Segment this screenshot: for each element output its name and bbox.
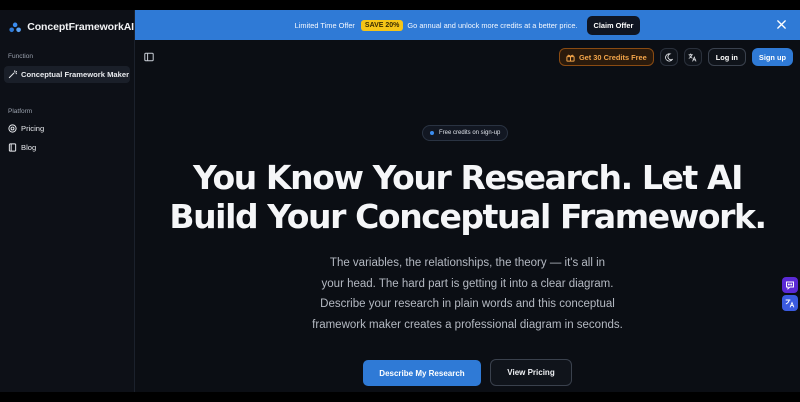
- translate-widget-button[interactable]: [782, 295, 798, 311]
- sidebar-item-label: Pricing: [21, 124, 45, 133]
- discount-badge: SAVE 20%: [360, 19, 404, 31]
- hero-title-line-1: You Know Your Research. Let AI: [193, 158, 743, 197]
- hero-description-line: framework maker creates a professional d…: [312, 319, 623, 332]
- status-dot-icon: [430, 131, 434, 135]
- section-label-function: Function: [8, 53, 33, 60]
- magic-wand-icon: [8, 70, 17, 79]
- assistant-widget-button[interactable]: [782, 277, 798, 293]
- sidebar-item-pricing[interactable]: Pricing: [4, 120, 130, 137]
- hero-description-line: The variables, the relationships, the th…: [329, 257, 606, 269]
- sidebar-toggle-icon[interactable]: [144, 52, 154, 62]
- top-bar-actions: Get 30 Credits Free Log in Sign up: [558, 48, 793, 66]
- free-credits-pill: Free credits on sign-up: [422, 125, 509, 141]
- sidebar-item-framework-maker[interactable]: Conceptual Framework Maker: [4, 66, 130, 83]
- translate-icon: [688, 52, 697, 62]
- get-credits-button[interactable]: Get 30 Credits Free: [558, 48, 654, 66]
- molecule-logo-icon: [9, 22, 21, 32]
- app-frame: ConceptFrameworkAI Function Conceptual F…: [0, 10, 800, 392]
- describe-research-button[interactable]: Describe My Research: [363, 360, 481, 386]
- sidebar: ConceptFrameworkAI Function Conceptual F…: [0, 10, 135, 392]
- view-pricing-button[interactable]: View Pricing: [490, 359, 572, 386]
- claim-offer-button[interactable]: Claim Offer: [586, 15, 641, 35]
- hero-description: The variables, the relationships, the th…: [135, 253, 800, 336]
- close-icon[interactable]: [776, 19, 787, 30]
- banner-offer-text: Limited Time Offer: [294, 20, 355, 30]
- sidebar-item-label: Conceptual Framework Maker: [21, 70, 130, 79]
- login-button[interactable]: Log in: [707, 48, 746, 66]
- chat-bot-icon: [786, 281, 794, 290]
- coin-icon: [8, 124, 17, 133]
- brand[interactable]: ConceptFrameworkAI: [0, 10, 134, 44]
- sidebar-item-blog[interactable]: Blog: [4, 139, 130, 156]
- hero-description-line: your head. The hard part is getting it i…: [321, 277, 614, 290]
- promo-banner: Limited Time Offer SAVE 20% Go annual an…: [135, 10, 800, 40]
- hero-description-line: Describe your research in plain words an…: [320, 298, 615, 311]
- sidebar-item-label: Blog: [21, 143, 37, 152]
- signup-button[interactable]: Sign up: [751, 48, 793, 66]
- moon-icon: [665, 52, 674, 61]
- brand-name: ConceptFrameworkAI: [27, 21, 134, 33]
- pill-label: Free credits on sign-up: [439, 130, 501, 136]
- theme-toggle-button[interactable]: [659, 48, 678, 66]
- book-icon: [8, 143, 17, 152]
- banner-description: Go annual and unlock more credits at a b…: [407, 20, 578, 30]
- language-button[interactable]: [683, 48, 702, 66]
- gift-icon: [566, 54, 575, 62]
- section-label-platform: Platform: [8, 108, 33, 115]
- credits-label: Get 30 Credits Free: [578, 52, 647, 62]
- hero-title-line-2: Build Your Conceptual Framework.: [169, 197, 767, 236]
- translate-widget-icon: [785, 299, 795, 308]
